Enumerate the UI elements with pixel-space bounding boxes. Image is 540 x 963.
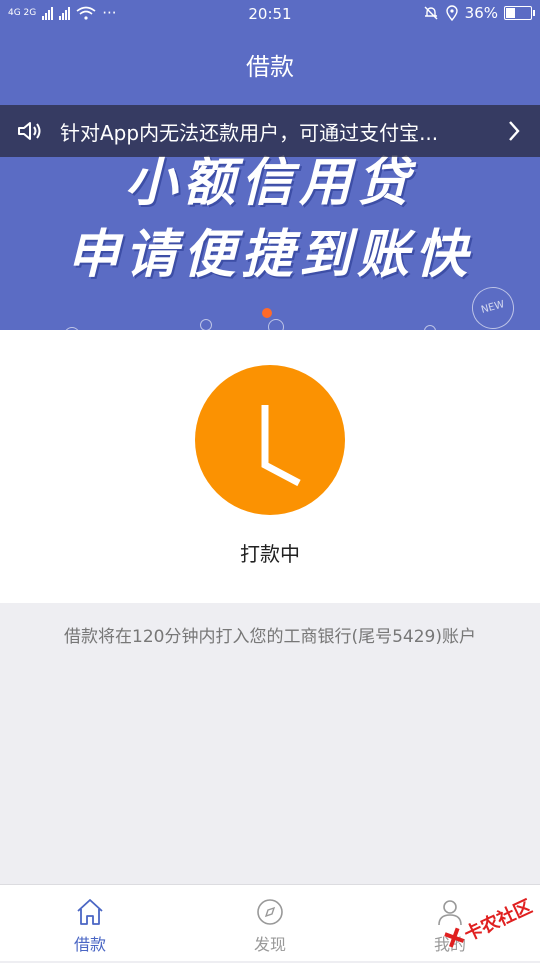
- carousel-indicator-active[interactable]: [262, 308, 272, 318]
- battery-fill: [506, 8, 515, 18]
- loan-status-label: 打款中: [240, 542, 300, 566]
- loan-status-panel: 打款中: [0, 330, 540, 603]
- status-bar-right: 36%: [423, 4, 535, 22]
- banner-slogan: 小额信用贷 申请便捷到账快: [0, 147, 540, 291]
- tab-discover-label: 发现: [253, 935, 286, 954]
- loan-status-description: 借款将在120分钟内打入您的工商银行(尾号5429)账户: [64, 627, 476, 647]
- battery-icon: [504, 6, 535, 20]
- speaker-icon: [18, 122, 41, 140]
- page-title: 借款: [0, 30, 540, 105]
- notice-text: 针对App内无法还款用户，可通过支付宝...: [60, 120, 439, 145]
- clock-icon: [195, 365, 345, 515]
- banner-bubble: [200, 319, 212, 330]
- mute-bell-icon: [424, 6, 438, 20]
- compass-icon: [257, 899, 283, 925]
- banner-bubble: [268, 319, 284, 330]
- tab-discover[interactable]: 发现: [180, 885, 360, 961]
- chevron-right-icon[interactable]: [507, 120, 521, 142]
- battery-percent: 36%: [464, 4, 498, 22]
- location-icon: [445, 5, 458, 21]
- status-bar: 4G 2G ··· 20:51 36%: [0, 0, 540, 30]
- banner-line-2: 申请便捷到账快: [66, 225, 473, 285]
- notice-bar[interactable]: 针对App内无法还款用户，可通过支付宝...: [0, 105, 540, 157]
- tab-loan[interactable]: 借款: [0, 885, 180, 961]
- tab-loan-label: 借款: [73, 935, 106, 954]
- banner-line-1: 小额信用贷: [124, 153, 415, 213]
- home-icon: [77, 899, 103, 925]
